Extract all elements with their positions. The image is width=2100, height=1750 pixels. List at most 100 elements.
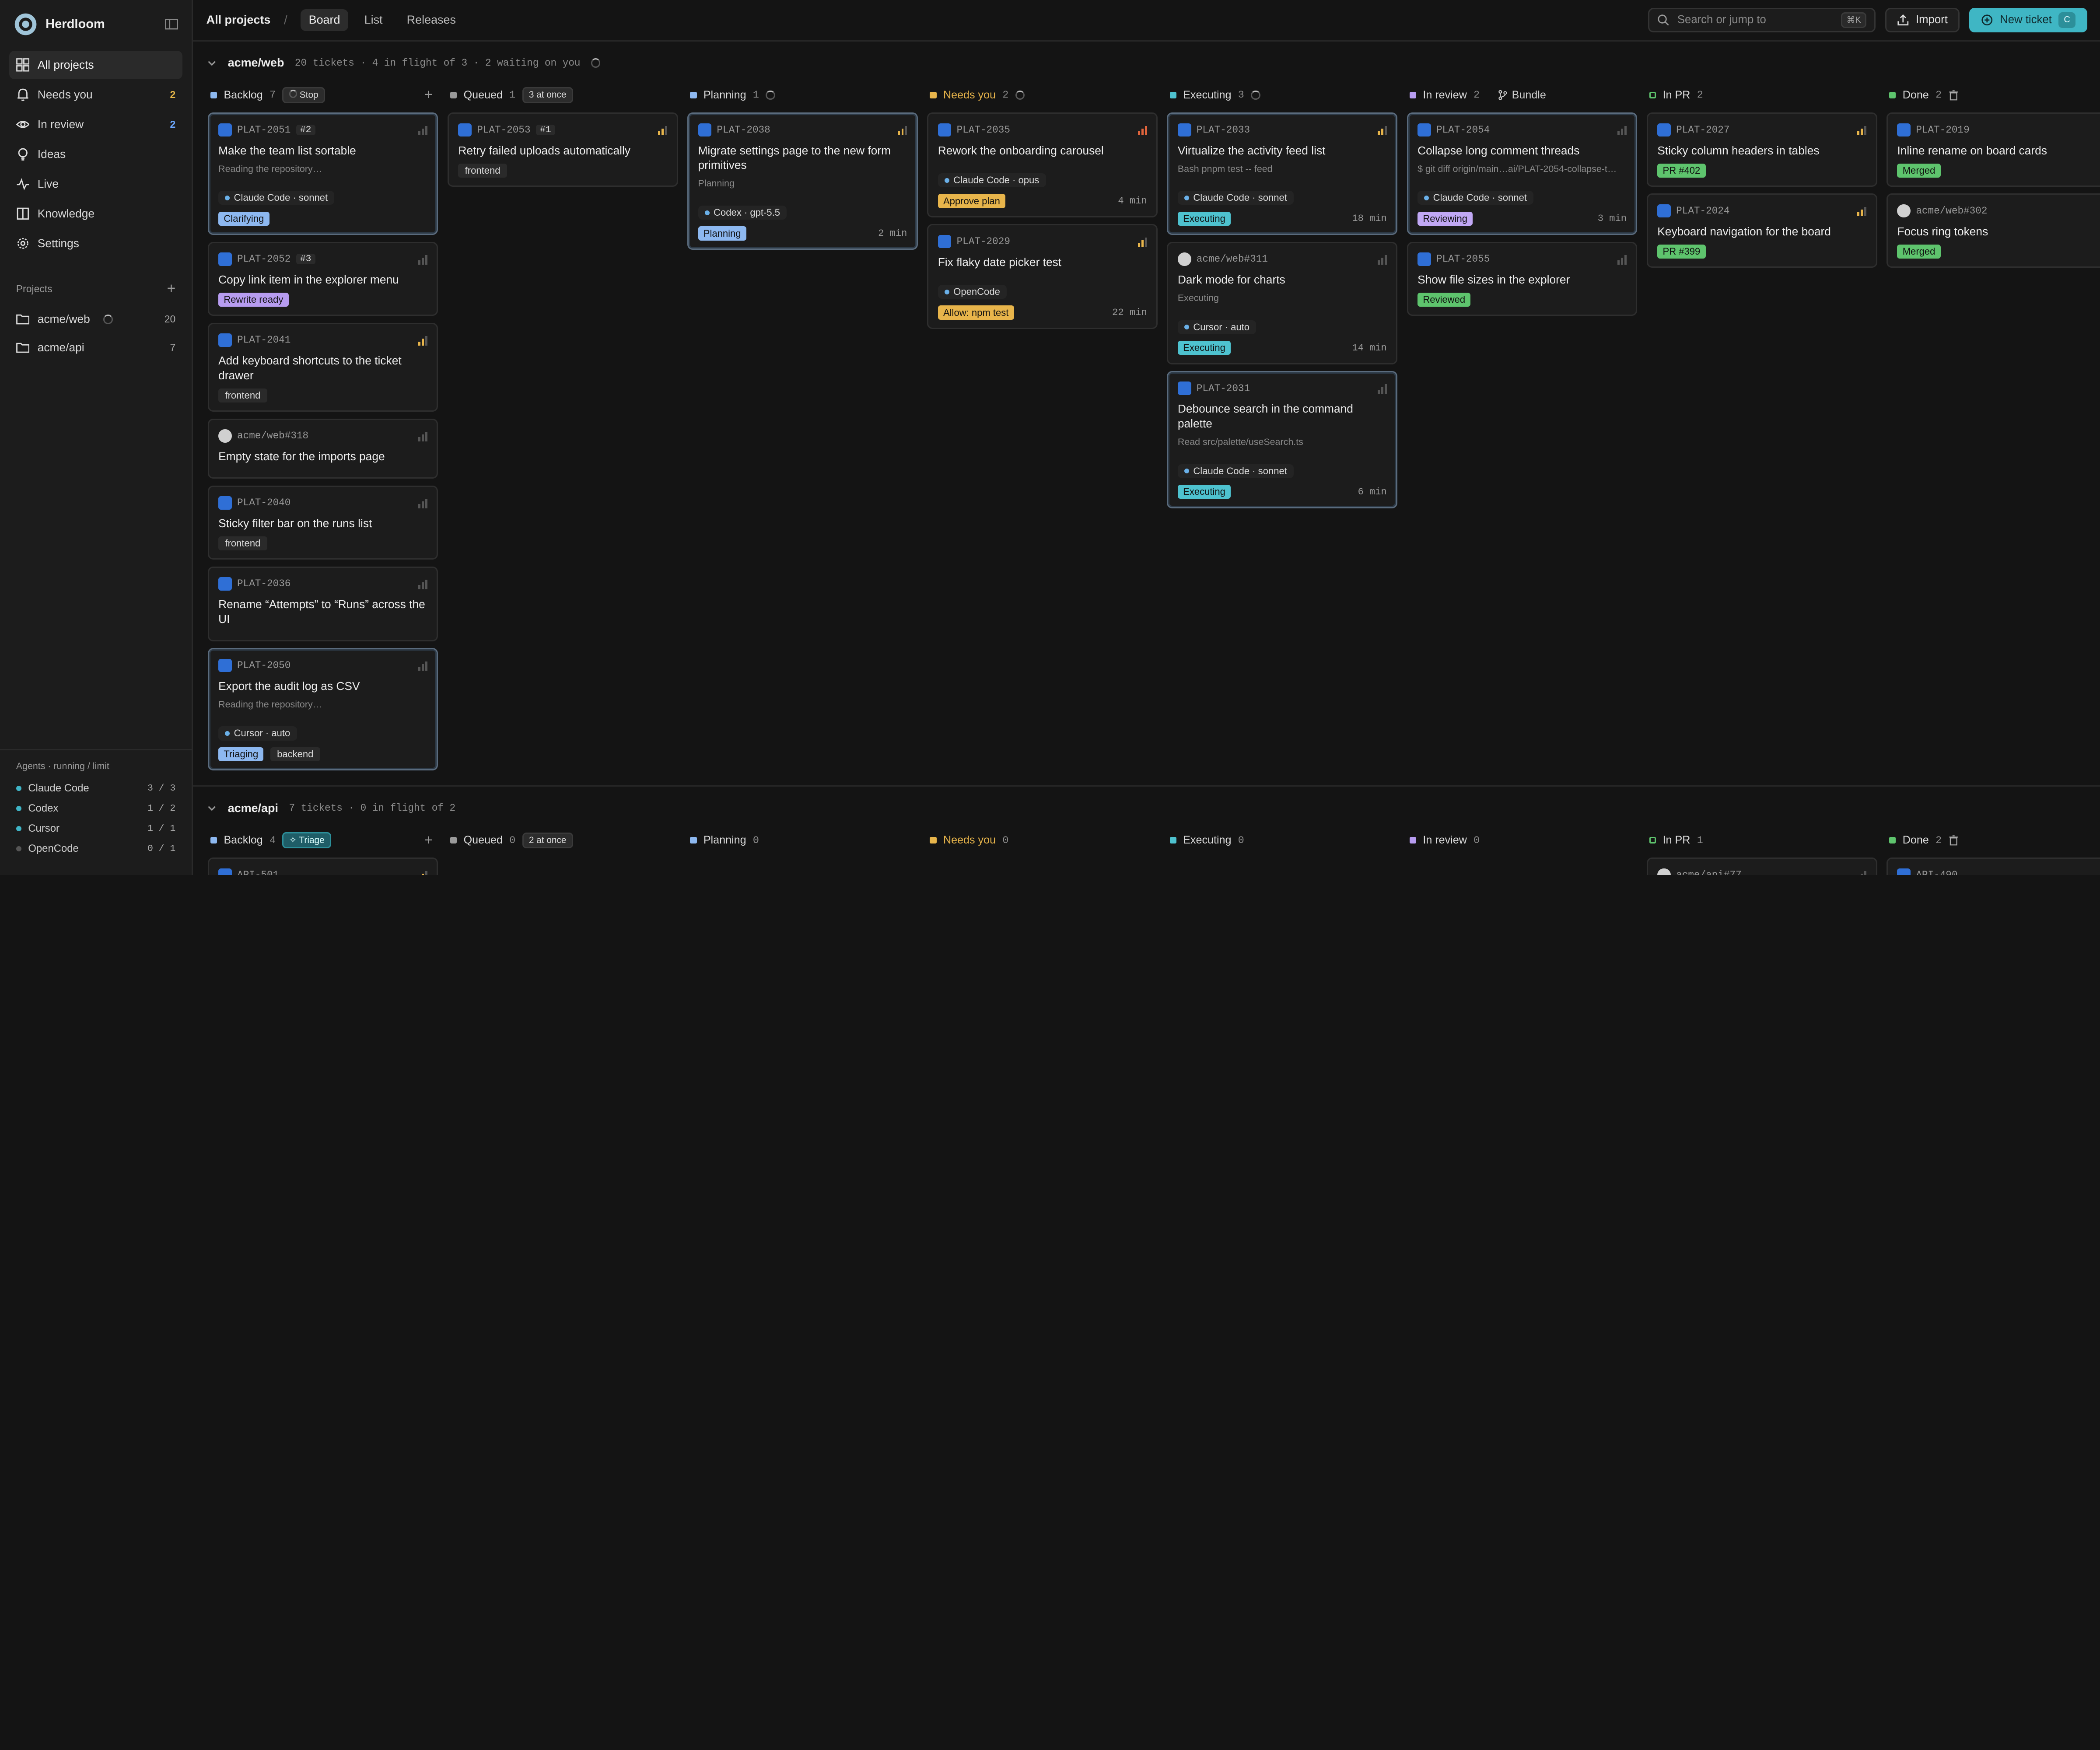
ticket-card[interactable]: PLAT-2033 Virtualize the activity feed l…: [1167, 112, 1398, 235]
concurrency-chip[interactable]: 3 at once: [522, 87, 573, 103]
ticket-card[interactable]: PLAT-2027 Sticky column headers in table…: [1646, 112, 1877, 187]
allow-command-button[interactable]: Allow: npm test: [938, 305, 1014, 320]
column-label: Backlog: [224, 834, 263, 847]
agent-name: Cursor: [28, 822, 60, 835]
column-count: 0: [1002, 834, 1009, 846]
ticket-card[interactable]: PLAT-2036 Rename “Attempts” to “Runs” ac…: [207, 566, 438, 641]
import-button[interactable]: Import: [1885, 8, 1960, 32]
ticket-card[interactable]: PLAT-2054 Collapse long comment threads …: [1407, 112, 1638, 235]
new-ticket-button[interactable]: New ticket C: [1969, 8, 2088, 32]
jira-icon: [458, 123, 472, 137]
ticket-card[interactable]: PLAT-2041 Add keyboard shortcuts to the …: [207, 322, 438, 412]
sidebar-collapse-icon[interactable]: [164, 18, 178, 31]
search-input[interactable]: Search or jump to ⌘K: [1648, 8, 1876, 32]
main-content: All projects / Board List Releases Searc…: [193, 0, 2100, 875]
ticket-key: PLAT-2035: [956, 124, 1010, 136]
ticket-card[interactable]: PLAT-2038 Migrate settings page to the n…: [687, 112, 918, 250]
ticket-card[interactable]: PLAT-2050 Export the audit log as CSV Re…: [207, 648, 438, 771]
priority-bars-icon: [418, 335, 427, 346]
project-group-header[interactable]: acme/api 7 tickets · 0 in flight of 2: [193, 787, 2100, 830]
bundle-button[interactable]: Bundle: [1497, 89, 1546, 102]
concurrency-chip[interactable]: 2 at once: [522, 832, 573, 848]
status-badge: Merged: [1897, 163, 1941, 178]
ticket-card[interactable]: API-501: [207, 858, 438, 875]
ticket-card[interactable]: PLAT-2040 Sticky filter bar on the runs …: [207, 485, 438, 560]
ticket-card[interactable]: PLAT-2035 Rework the onboarding carousel…: [927, 112, 1158, 217]
column-label: Queued: [463, 88, 503, 101]
ticket-card[interactable]: PLAT-2029 Fix flaky date picker test Ope…: [927, 224, 1158, 329]
status-dot-icon: [16, 826, 21, 832]
tab-releases[interactable]: Releases: [399, 9, 464, 31]
sidebar-item-knowledge[interactable]: Knowledge: [9, 200, 182, 228]
column-header: Backlog 7 Stop +: [208, 84, 438, 106]
column-header: Executing 3: [1167, 84, 1397, 106]
chevron-down-icon[interactable]: [206, 58, 217, 69]
ticket-key: PLAT-2052: [237, 253, 291, 265]
agent-dot-icon: [945, 178, 950, 183]
priority-bars-icon: [418, 660, 427, 671]
ticket-card[interactable]: PLAT-2053 #1 Retry failed uploads automat…: [447, 112, 678, 187]
column-color-icon: [1409, 91, 1417, 99]
agent-name: Claude Code: [28, 782, 89, 794]
pr-badge[interactable]: PR #399: [1657, 244, 1706, 259]
sidebar-item-settings[interactable]: Settings: [9, 229, 182, 257]
column-color-icon: [1649, 91, 1656, 99]
sidebar-item-needs-you[interactable]: Needs you 2: [9, 80, 182, 108]
ticket-card[interactable]: acme/web#302 Focus ring tokens Merged: [1886, 193, 2100, 268]
column-count: 2: [1697, 89, 1703, 101]
ticket-key: PLAT-2053: [477, 124, 531, 136]
sidebar-item-all-projects[interactable]: All projects: [9, 51, 182, 79]
trash-icon[interactable]: [1948, 90, 1959, 101]
column-done: Done 2 PLAT-2019 Inline rename on board …: [1886, 84, 2100, 777]
breadcrumb-all-projects[interactable]: All projects: [206, 13, 271, 27]
elapsed-time: 3 min: [1597, 213, 1627, 224]
import-label: Import: [1915, 14, 1948, 26]
ticket-status-text: Executing: [1177, 292, 1219, 303]
sidebar-project-acme-api[interactable]: acme/api 7: [0, 333, 192, 361]
ticket-card[interactable]: acme/web#318 Empty state for the imports…: [207, 418, 438, 479]
sidebar-item-ideas[interactable]: Ideas: [9, 140, 182, 168]
column-color-icon: [210, 836, 217, 844]
ticket-card[interactable]: PLAT-2051 #2 Make the team list sortable …: [207, 112, 438, 235]
ticket-card[interactable]: PLAT-2031 Debounce search in the command…: [1167, 371, 1398, 508]
jira-icon: [1657, 123, 1671, 137]
ticket-card[interactable]: PLAT-2052 #3 Copy link item in the explor…: [207, 242, 438, 316]
jira-icon: [218, 252, 232, 266]
add-ticket-button[interactable]: +: [424, 87, 438, 103]
triage-button[interactable]: ✧ Triage: [282, 832, 331, 849]
status-badge: Merged: [1897, 244, 1941, 259]
ticket-card[interactable]: PLAT-2019 Inline rename on board cards M…: [1886, 112, 2100, 187]
sidebar-item-live[interactable]: Live: [9, 170, 182, 198]
agent-chip: Codex · gpt-5.5: [698, 206, 787, 220]
column-count: 2: [1002, 89, 1009, 101]
folder-icon: [16, 315, 30, 325]
ticket-card[interactable]: acme/api#77: [1646, 858, 1877, 875]
add-project-button[interactable]: +: [167, 280, 176, 297]
board-columns: Backlog 4 ✧ Triage + API-501 Queued 0 2 …: [193, 830, 2100, 875]
stop-button[interactable]: Stop: [282, 87, 325, 103]
tab-list[interactable]: List: [356, 9, 391, 31]
column-count: 0: [1238, 834, 1244, 846]
sidebar-project-acme-web[interactable]: acme/web 20: [0, 305, 192, 333]
board-columns: Backlog 7 Stop + PLAT-2051 #2 Make the te…: [193, 84, 2100, 777]
ticket-key: PLAT-2054: [1436, 124, 1490, 136]
ticket-title: Copy link item in the explorer menu: [218, 273, 399, 286]
ticket-card[interactable]: API-490: [1886, 858, 2100, 875]
pr-badge[interactable]: PR #402: [1657, 163, 1706, 178]
brand: Herdloom: [0, 0, 192, 48]
project-group-header[interactable]: acme/web 20 tickets · 4 in flight of 3 ·…: [193, 42, 2100, 84]
tab-board[interactable]: Board: [301, 9, 348, 31]
sidebar-item-label: In review: [37, 118, 84, 131]
approve-plan-button[interactable]: Approve plan: [938, 194, 1006, 208]
ticket-card[interactable]: PLAT-2055 Show file sizes in the explore…: [1407, 242, 1638, 316]
column-count: 0: [509, 834, 516, 846]
status-badge: Triaging: [218, 747, 264, 761]
sidebar-item-in-review[interactable]: In review 2: [9, 110, 182, 138]
jira-icon: [1418, 252, 1431, 266]
agent-chip: Claude Code · opus: [938, 173, 1046, 188]
add-ticket-button[interactable]: +: [424, 832, 438, 849]
ticket-card[interactable]: PLAT-2024 Keyboard navigation for the bo…: [1646, 193, 1877, 268]
chevron-down-icon[interactable]: [206, 803, 217, 814]
ticket-card[interactable]: acme/web#311 Dark mode for charts Execut…: [1167, 242, 1398, 364]
trash-icon[interactable]: [1948, 835, 1959, 846]
